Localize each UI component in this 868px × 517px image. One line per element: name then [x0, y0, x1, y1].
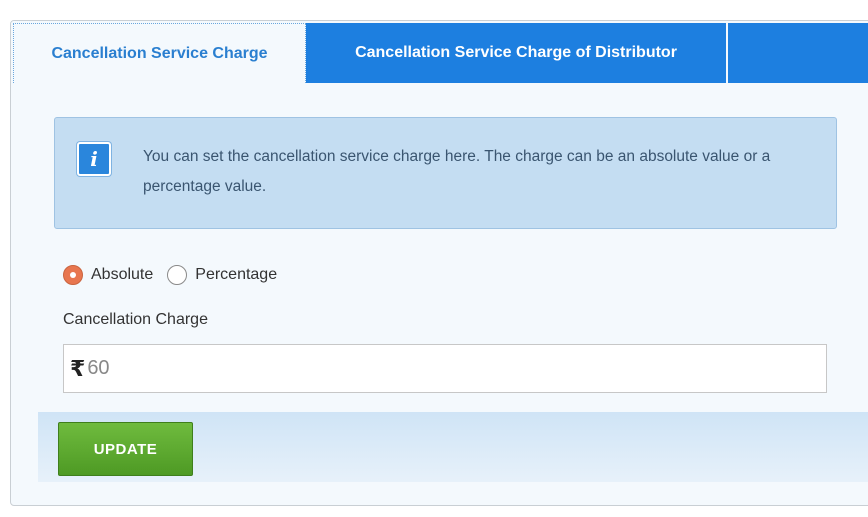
cancellation-charge-label: Cancellation Charge	[63, 311, 208, 328]
form-footer: UPDATE	[38, 412, 868, 482]
info-box: i You can set the cancellation service c…	[54, 117, 837, 229]
absolute-radio-label[interactable]: Absolute	[91, 266, 153, 284]
info-text: You can set the cancellation service cha…	[143, 148, 771, 195]
tab-bar-filler	[728, 23, 868, 83]
absolute-radio[interactable]	[63, 265, 83, 285]
percentage-radio-label[interactable]: Percentage	[195, 266, 277, 284]
cancellation-charge-input[interactable]: ₹ 60	[63, 344, 827, 393]
tab-label: Cancellation Service Charge	[51, 44, 268, 62]
rupee-icon: ₹	[70, 355, 86, 381]
charge-type-radio-group: Absolute Percentage	[63, 261, 291, 289]
charge-panel: Cancellation Service Charge Cancellation…	[10, 20, 868, 506]
tab-cancellation-service-charge-distributor[interactable]: Cancellation Service Charge of Distribut…	[306, 23, 726, 83]
cancellation-charge-value[interactable]: 60	[87, 357, 109, 380]
tab-bar: Cancellation Service Charge Cancellation…	[11, 21, 868, 83]
tab-label: Cancellation Service Charge of Distribut…	[355, 44, 677, 61]
percentage-radio[interactable]	[167, 265, 188, 285]
info-icon: i	[77, 142, 111, 176]
tab-cancellation-service-charge[interactable]: Cancellation Service Charge	[13, 23, 306, 83]
update-button[interactable]: UPDATE	[58, 422, 193, 476]
